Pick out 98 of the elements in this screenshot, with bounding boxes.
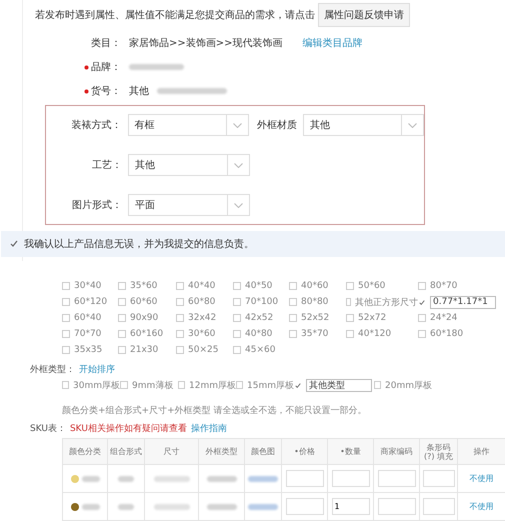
checkbox[interactable] xyxy=(418,298,426,306)
chevron-icon xyxy=(234,162,243,168)
option-label: 90x90 xyxy=(130,313,158,323)
chevron-icon xyxy=(408,122,417,128)
column-header: •数量 xyxy=(340,447,361,456)
blurred-text xyxy=(118,504,134,510)
field-label: 货号： xyxy=(91,85,121,98)
barcode-input[interactable] xyxy=(422,470,454,487)
checkmark-icon xyxy=(10,240,18,246)
option-label: 60*160 xyxy=(130,329,164,339)
blurred-text xyxy=(154,504,190,510)
price-input[interactable] xyxy=(286,498,324,515)
option-label: 12mm厚板 xyxy=(189,380,236,392)
option-label: 60*60 xyxy=(130,297,158,307)
option-label: 52x52 xyxy=(301,313,330,323)
sku-label: SKU表： xyxy=(30,422,66,435)
option-label: 60*80 xyxy=(188,297,216,307)
code-input[interactable] xyxy=(378,470,416,487)
column-header: 颜色分类 xyxy=(69,447,101,456)
barcode-input[interactable] xyxy=(422,498,454,515)
option-label: 9mm薄板 xyxy=(132,380,174,392)
column-header: 组合形式 xyxy=(110,447,142,456)
field-value: 其他 xyxy=(129,84,149,98)
option-label: 35*70 xyxy=(301,329,328,339)
attribute-label: 工艺： xyxy=(92,158,122,172)
field-value: 家居饰品>>装饰画>>现代装饰画 xyxy=(129,36,283,50)
frame-type-label: 外框类型： xyxy=(30,364,75,376)
code-input[interactable] xyxy=(378,498,416,515)
disable-link[interactable]: 不使用 xyxy=(470,474,494,483)
edit-link[interactable]: 编辑类目品牌 xyxy=(302,36,363,50)
checkbox[interactable] xyxy=(294,381,302,389)
option-label: 24*24 xyxy=(430,313,458,323)
column-header: 颜色图 xyxy=(251,447,275,456)
option-label: 50×25 xyxy=(188,345,218,355)
option-label: 50*60 xyxy=(358,281,386,291)
option-label: 21x30 xyxy=(130,345,158,355)
option-label: 15mm厚板 xyxy=(247,380,294,392)
attribute-select[interactable]: 其他 xyxy=(302,114,424,136)
blurred-text xyxy=(248,476,278,482)
chevron-icon xyxy=(232,122,242,128)
blurred-text xyxy=(206,504,236,510)
option-label: 其他正方形尺寸 xyxy=(355,296,418,308)
column-header: 尺寸 xyxy=(164,447,180,456)
attribute-label: 图片形式： xyxy=(72,198,122,212)
quantity-input[interactable]: 1 xyxy=(332,498,370,515)
blurred-text xyxy=(206,476,236,482)
option-label: 60*120 xyxy=(74,297,108,307)
option-label: 60*40 xyxy=(74,313,102,323)
option-label: 40*50 xyxy=(245,281,272,291)
option-label: 30*40 xyxy=(74,281,102,291)
feedback-button[interactable]: 属性问题反馈申请 xyxy=(318,3,410,27)
confirm-text: 我确认以上产品信息无误，并为我提交的信息负责。 xyxy=(24,238,254,251)
option-label: 30mm厚板 xyxy=(73,380,120,392)
option-label: 42x52 xyxy=(245,313,274,323)
option-label: 70*100 xyxy=(245,297,278,307)
quantity-input[interactable] xyxy=(332,470,370,487)
blurred-text xyxy=(118,476,134,482)
option-label: 32x42 xyxy=(188,313,216,323)
blurred-text xyxy=(154,476,190,482)
blurred-text xyxy=(82,504,100,510)
attribute-select[interactable]: 平面 xyxy=(128,194,250,216)
option-label: 30*60 xyxy=(188,329,216,339)
option-label: 35*60 xyxy=(130,281,158,291)
chevron-icon xyxy=(234,202,243,208)
option-label: 80*70 xyxy=(430,281,458,291)
attribute-select[interactable]: 其他 xyxy=(128,154,250,176)
price-input[interactable] xyxy=(286,470,324,487)
blurred-text xyxy=(248,504,278,510)
option-label: 40*40 xyxy=(188,281,216,291)
column-header: 商家编码 xyxy=(380,447,412,456)
option-label: 60*180 xyxy=(430,329,464,339)
option-label: 45×60 xyxy=(245,345,276,355)
option-label: 40*60 xyxy=(301,281,328,291)
column-header: 操作 xyxy=(474,447,490,456)
attribute-label: 外框材质 xyxy=(256,118,297,132)
option-label: 80*80 xyxy=(301,297,328,307)
option-label: 52x72 xyxy=(358,313,386,323)
field-label: 品牌： xyxy=(91,61,121,74)
notice-text: 若发布时遇到属性、属性值不能满足您提交商品的需求，请点击 xyxy=(35,8,315,22)
attribute-select[interactable]: 有框 xyxy=(128,114,249,136)
sort-link[interactable]: 开始排序 xyxy=(79,363,115,376)
sku-warning: SKU相关操作如有疑问请查看 xyxy=(70,422,187,435)
option-label: 40*120 xyxy=(358,329,392,339)
guide-link[interactable]: 操作指南 xyxy=(190,422,227,435)
blurred-text xyxy=(82,476,100,482)
column-header: 条形码 (?) 填充 xyxy=(422,442,454,460)
field-label: 类目： xyxy=(91,36,121,50)
size-input[interactable]: 0.77*1.17*1 xyxy=(430,296,496,308)
option-label: 20mm厚板 xyxy=(385,380,432,392)
size-input[interactable]: 其他类型 xyxy=(306,378,372,392)
disable-link[interactable]: 不使用 xyxy=(470,502,494,511)
column-header: •价格 xyxy=(294,447,315,456)
column-header: 外框类型 xyxy=(206,447,238,456)
option-label: 70*70 xyxy=(74,329,102,339)
attribute-label: 装裱方式： xyxy=(72,118,122,132)
option-label: 40*80 xyxy=(245,329,272,339)
note-text: 颜色分类+组合形式+尺寸+外框类型 请全选或全不选，不能只设置一部分。 xyxy=(62,404,368,417)
option-label: 35x35 xyxy=(74,345,102,355)
